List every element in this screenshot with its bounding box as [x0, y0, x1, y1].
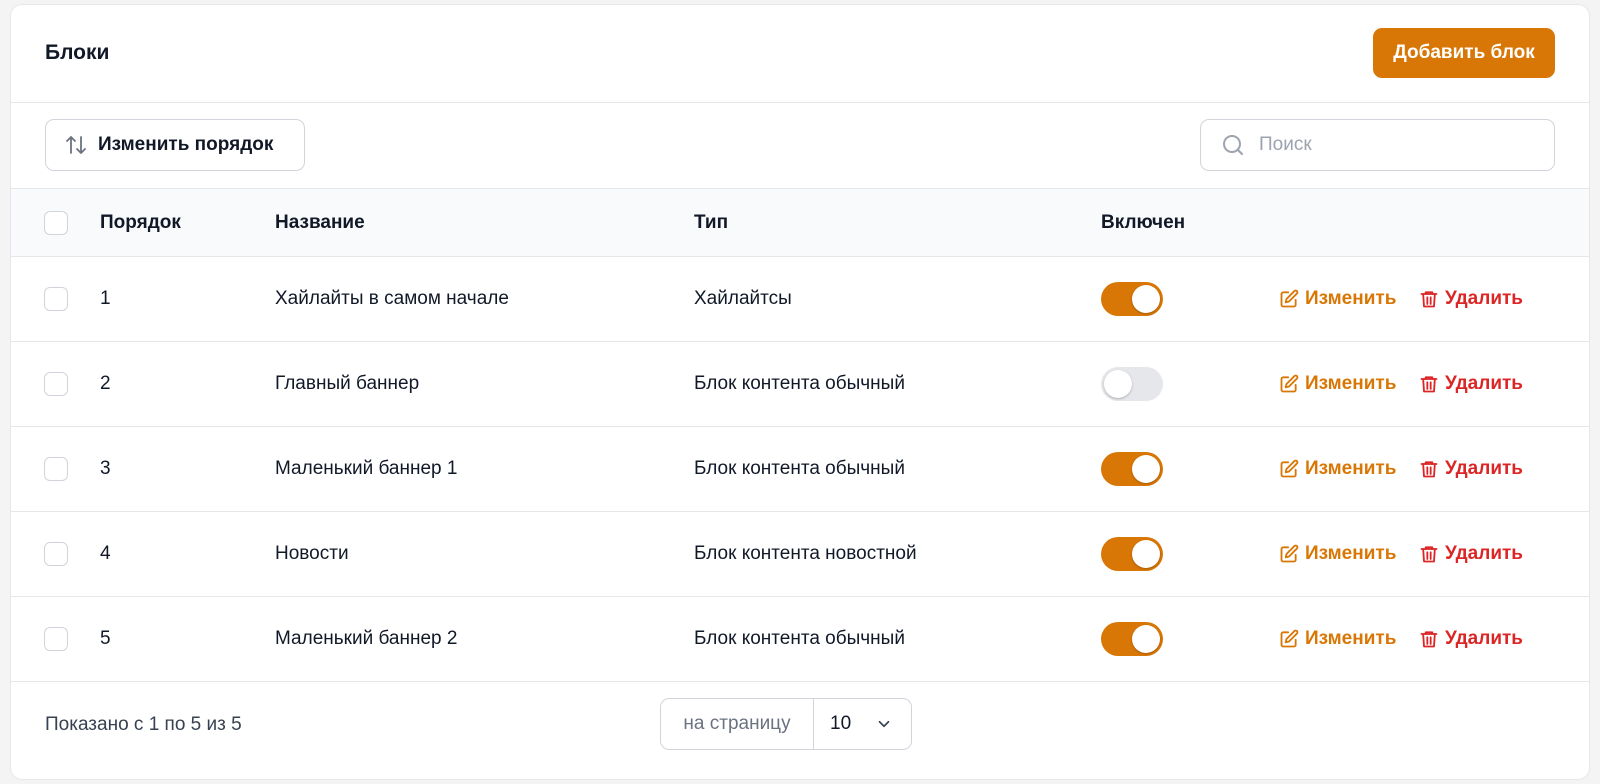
reorder-button-label: Изменить порядок — [98, 134, 274, 155]
row-order: 1 — [100, 288, 111, 309]
row-name: Новости — [275, 543, 349, 564]
column-name[interactable]: Название — [275, 212, 365, 234]
edit-label: Изменить — [1305, 288, 1397, 309]
row-order: 2 — [100, 373, 111, 394]
delete-label: Удалить — [1445, 458, 1523, 479]
enabled-toggle[interactable] — [1101, 537, 1163, 571]
row-checkbox[interactable] — [44, 542, 68, 566]
edit-button[interactable]: Изменить — [1279, 458, 1396, 480]
edit-button[interactable]: Изменить — [1279, 543, 1396, 565]
search-box — [1200, 119, 1555, 171]
toggle-knob — [1132, 625, 1160, 653]
blocks-card: Блоки Добавить блок Изменить порядок Пор… — [10, 4, 1590, 780]
chevron-down-icon — [878, 720, 890, 728]
edit-button[interactable]: Изменить — [1279, 373, 1396, 395]
row-type: Блок контента обычный — [694, 458, 905, 479]
add-block-button[interactable]: Добавить блок — [1373, 28, 1555, 78]
row-type: Хайлайтсы — [694, 288, 792, 309]
edit-icon — [1280, 459, 1299, 478]
delete-label: Удалить — [1445, 373, 1523, 394]
enabled-toggle[interactable] — [1101, 282, 1163, 316]
edit-icon — [1280, 544, 1299, 563]
row-order: 5 — [100, 628, 111, 649]
reorder-button[interactable]: Изменить порядок — [45, 119, 305, 171]
delete-button[interactable]: Удалить — [1419, 288, 1523, 310]
row-name: Маленький баннер 2 — [275, 628, 458, 649]
row-order: 4 — [100, 543, 111, 564]
enabled-toggle[interactable] — [1101, 367, 1163, 401]
enabled-toggle[interactable] — [1101, 622, 1163, 656]
edit-icon — [1280, 289, 1299, 308]
row-name: Хайлайты в самом начале — [275, 288, 509, 309]
table-row: 2 Главный баннер Блок контента обычный Изме… — [11, 342, 1589, 427]
edit-label: Изменить — [1305, 373, 1397, 394]
delete-button[interactable]: Удалить — [1419, 373, 1523, 395]
per-page-control: на страницу 10 — [660, 698, 912, 750]
table-row: 5 Маленький баннер 2 Блок контента обычный… — [11, 597, 1589, 682]
card-header: Блоки Добавить блок — [11, 5, 1589, 103]
edit-label: Изменить — [1305, 543, 1397, 564]
per-page-select[interactable]: 10 — [814, 699, 911, 749]
trash-icon — [1420, 631, 1438, 648]
toggle-knob — [1104, 370, 1132, 398]
per-page-value: 10 — [830, 713, 852, 734]
edit-label: Изменить — [1305, 628, 1397, 649]
select-all-checkbox[interactable] — [44, 210, 68, 235]
search-input[interactable] — [1257, 133, 1521, 157]
table-body: 1 Хайлайты в самом начале Хайлайтсы Изменит… — [11, 257, 1589, 682]
edit-button[interactable]: Изменить — [1279, 628, 1396, 650]
delete-label: Удалить — [1445, 288, 1523, 309]
table-row: 4 Новости Блок контента новостной Изменить У… — [11, 512, 1589, 597]
column-enabled[interactable]: Включен — [1101, 212, 1185, 234]
enabled-toggle[interactable] — [1101, 452, 1163, 486]
search-icon — [1223, 135, 1243, 155]
column-order[interactable]: Порядок — [100, 212, 181, 234]
row-name: Главный баннер — [275, 373, 420, 394]
pagination-summary: Показано с 1 по 5 из 5 — [45, 714, 242, 735]
table-header: Порядок Название Тип Включен — [11, 189, 1589, 257]
row-order: 3 — [100, 458, 111, 479]
row-name: Маленький баннер 1 — [275, 458, 458, 479]
delete-button[interactable]: Удалить — [1419, 543, 1523, 565]
per-page-label: на страницу — [661, 699, 814, 749]
edit-label: Изменить — [1305, 458, 1397, 479]
toggle-knob — [1132, 285, 1160, 313]
trash-icon — [1420, 291, 1438, 308]
delete-button[interactable]: Удалить — [1419, 458, 1523, 480]
edit-button[interactable]: Изменить — [1279, 288, 1396, 310]
delete-label: Удалить — [1445, 628, 1523, 649]
toggle-knob — [1132, 455, 1160, 483]
row-checkbox[interactable] — [44, 627, 68, 651]
arrows-up-down-icon — [66, 136, 86, 154]
row-checkbox[interactable] — [44, 372, 68, 396]
trash-icon — [1420, 461, 1438, 478]
delete-label: Удалить — [1445, 543, 1523, 564]
trash-icon — [1420, 376, 1438, 393]
toggle-knob — [1132, 540, 1160, 568]
row-type: Блок контента новостной — [694, 543, 917, 564]
edit-icon — [1280, 629, 1299, 648]
column-type[interactable]: Тип — [694, 212, 728, 234]
row-checkbox[interactable] — [44, 287, 68, 311]
trash-icon — [1420, 546, 1438, 563]
table-row: 1 Хайлайты в самом начале Хайлайтсы Изменит… — [11, 257, 1589, 342]
delete-button[interactable]: Удалить — [1419, 628, 1523, 650]
row-type: Блок контента обычный — [694, 373, 905, 394]
row-type: Блок контента обычный — [694, 628, 905, 649]
toolbar: Изменить порядок — [11, 103, 1589, 189]
edit-icon — [1280, 374, 1299, 393]
table-row: 3 Маленький баннер 1 Блок контента обычный… — [11, 427, 1589, 512]
row-checkbox[interactable] — [44, 457, 68, 481]
page-title: Блоки — [45, 41, 110, 64]
table-footer: Показано с 1 по 5 из 5 на страницу 10 — [11, 682, 1589, 768]
